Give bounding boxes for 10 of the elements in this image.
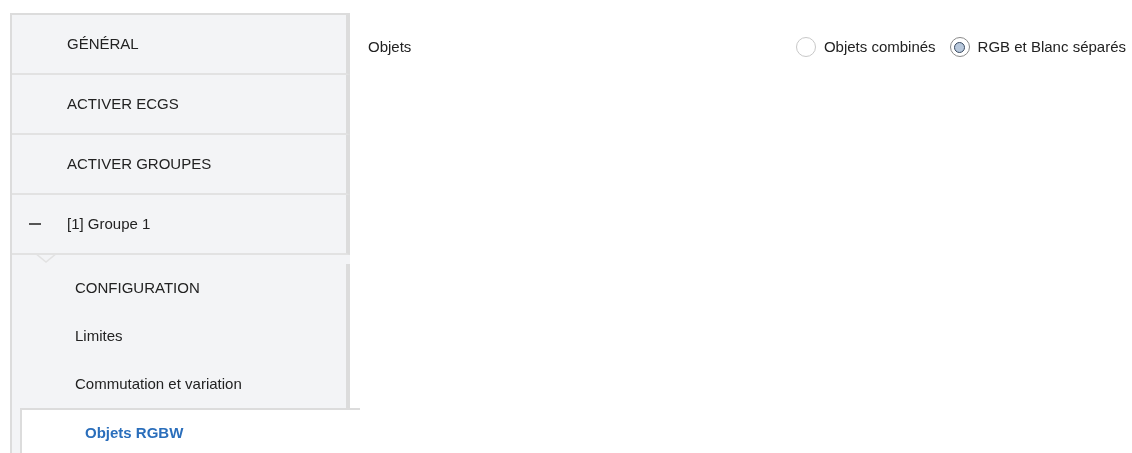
- nav-subitem[interactable]: CONFIGURATION: [12, 264, 350, 312]
- radio-option[interactable]: Objets combinés: [795, 36, 936, 59]
- nav-subitem[interactable]: Objets RGBW: [20, 408, 360, 453]
- radio-option[interactable]: RGB et Blanc séparés: [949, 36, 1126, 59]
- nav-item[interactable]: GÉNÉRAL: [12, 15, 350, 75]
- field-label: Objets: [368, 37, 412, 57]
- nav-subitem[interactable]: Limites: [12, 312, 350, 360]
- nav-item[interactable]: ACTIVER GROUPES: [12, 135, 350, 195]
- nav-item[interactable]: ACTIVER ECGS: [12, 75, 350, 135]
- nav-item[interactable]: [1] Groupe 1: [12, 195, 350, 255]
